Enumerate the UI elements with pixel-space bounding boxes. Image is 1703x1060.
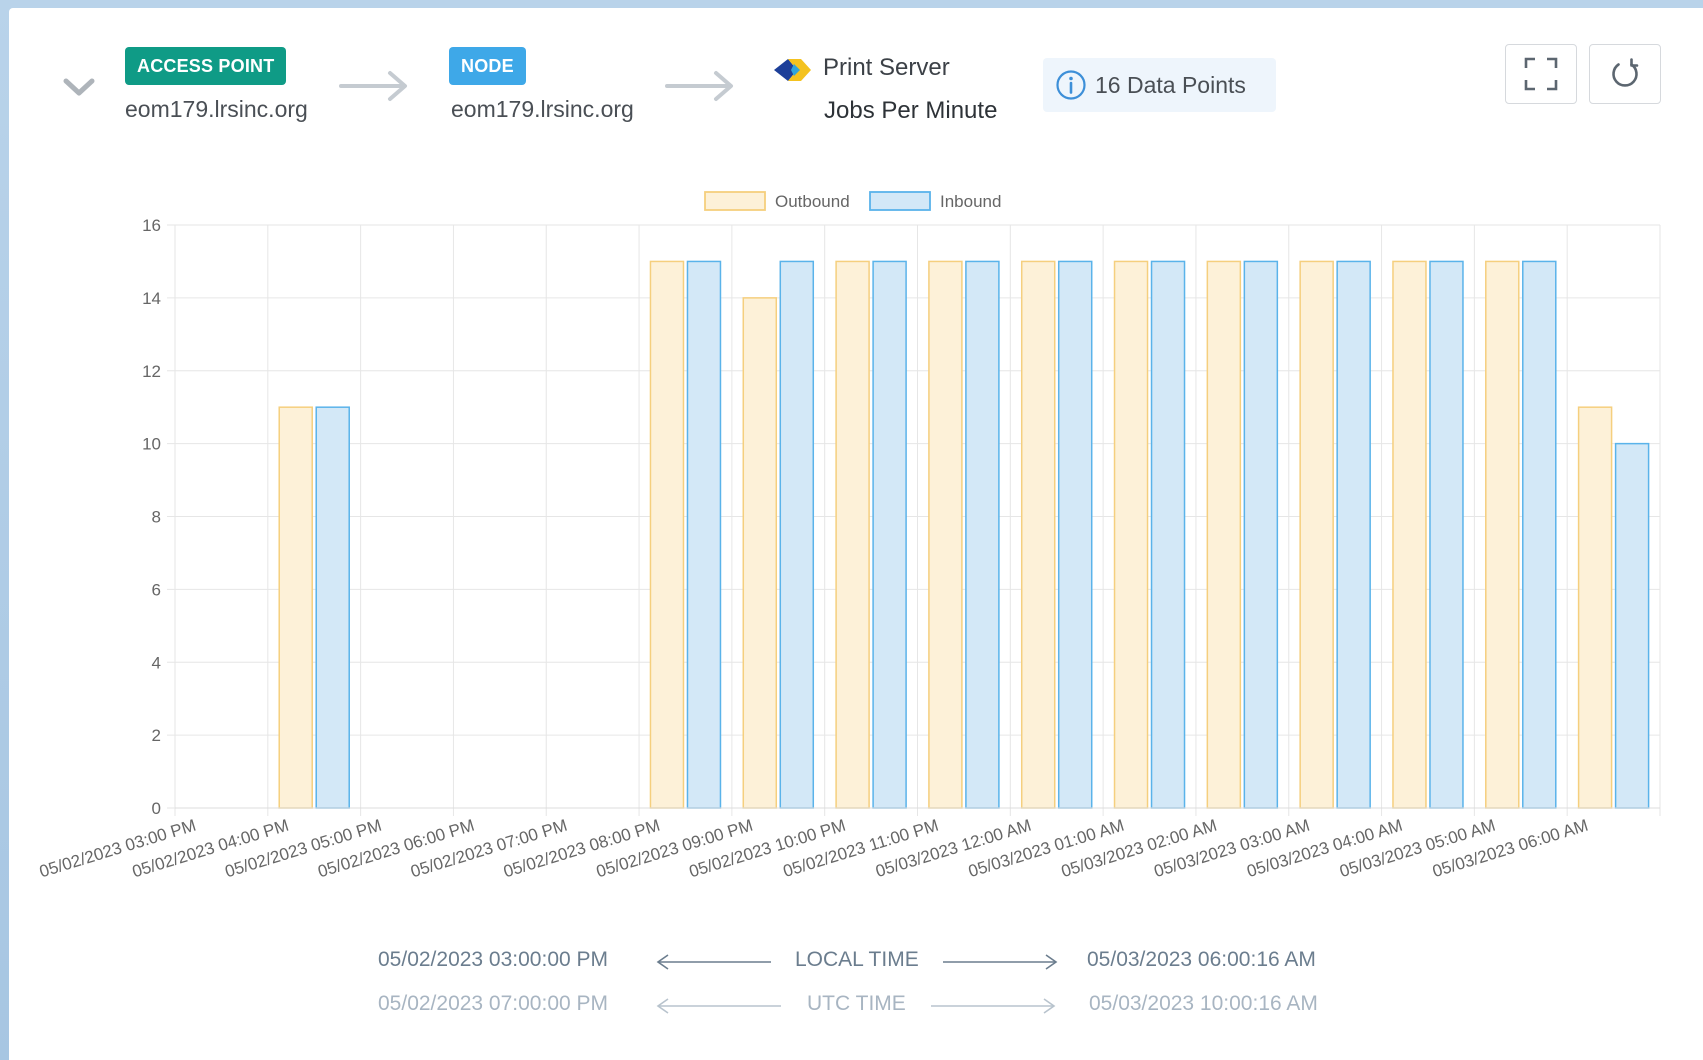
- bar-inbound: [1522, 260, 1557, 809]
- bar-outbound: [928, 260, 963, 809]
- x-tick-label: 05/03/2023 02:00 AM: [1059, 816, 1219, 881]
- bar-inbound: [1429, 260, 1464, 809]
- bar-inbound: [686, 260, 722, 809]
- bar-inbound: [1243, 260, 1279, 809]
- x-tick-label: 05/02/2023 08:00 PM: [501, 816, 662, 882]
- bar-outbound: [649, 260, 685, 809]
- bar-inbound: [779, 260, 815, 809]
- bar-outbound: [1020, 260, 1056, 809]
- x-tick-label: 05/02/2023 10:00 PM: [687, 816, 848, 882]
- bar-outbound: [278, 406, 313, 809]
- bar-inbound: [1150, 260, 1186, 809]
- local-time-label: LOCAL TIME: [795, 948, 919, 971]
- local-end-time: 05/03/2023 06:00:16 AM: [1087, 948, 1316, 971]
- x-tick-label: 05/03/2023 12:00 AM: [873, 816, 1033, 881]
- y-tick-label: 2: [152, 726, 161, 745]
- bar-inbound: [872, 260, 907, 809]
- local-start-time: 05/02/2023 03:00:00 PM: [378, 948, 609, 971]
- y-tick-label: 16: [142, 216, 161, 235]
- bar-outbound: [1206, 260, 1242, 809]
- x-tick-label: 05/03/2023 04:00 AM: [1245, 816, 1405, 881]
- bar-inbound: [1057, 260, 1093, 809]
- local-time-row: 05/02/2023 03:00:00 PM LOCAL TIME 05/03/…: [0, 948, 1703, 978]
- y-tick-label: 10: [142, 435, 161, 454]
- arrow-right-icon: [943, 954, 1058, 970]
- x-tick-label: 05/03/2023 03:00 AM: [1152, 816, 1312, 881]
- bar-outbound: [1392, 260, 1427, 809]
- bar-inbound: [1336, 260, 1371, 809]
- y-tick-label: 0: [152, 799, 161, 818]
- x-tick-label: 05/02/2023 07:00 PM: [408, 816, 569, 882]
- utc-start-time: 05/02/2023 07:00:00 PM: [378, 992, 609, 1015]
- bar-outbound: [835, 260, 870, 809]
- legend-swatch-outbound: [704, 191, 766, 211]
- jobs-per-minute-chart: 024681012141605/02/2023 03:00 PM05/02/20…: [37, 191, 1661, 882]
- utc-time-label: UTC TIME: [807, 992, 906, 1015]
- x-tick-label: 05/02/2023 03:00 PM: [37, 816, 198, 882]
- x-tick-label: 05/03/2023 05:00 AM: [1337, 816, 1497, 881]
- x-tick-label: 05/02/2023 04:00 PM: [130, 816, 291, 882]
- x-tick-label: 05/03/2023 01:00 AM: [966, 816, 1126, 881]
- bar-inbound: [1614, 442, 1650, 809]
- arrow-right-icon: [931, 998, 1056, 1014]
- x-tick-label: 05/02/2023 11:00 PM: [781, 816, 941, 881]
- utc-time-row: 05/02/2023 07:00:00 PM UTC TIME 05/03/20…: [0, 992, 1703, 1022]
- bar-outbound: [1485, 260, 1520, 809]
- legend-label-inbound: Inbound: [940, 192, 1001, 211]
- x-tick-label: 05/03/2023 06:00 AM: [1430, 816, 1590, 881]
- arrow-left-icon: [656, 954, 771, 970]
- bar-inbound: [965, 260, 1000, 809]
- x-tick-label: 05/02/2023 05:00 PM: [223, 816, 384, 882]
- bar-outbound: [1113, 260, 1149, 809]
- y-tick-label: 6: [152, 580, 161, 599]
- legend-label-outbound: Outbound: [775, 192, 850, 211]
- bar-outbound: [1577, 406, 1613, 809]
- arrow-left-icon: [656, 998, 781, 1014]
- y-tick-label: 14: [142, 289, 161, 308]
- y-tick-label: 8: [152, 508, 161, 527]
- utc-end-time: 05/03/2023 10:00:16 AM: [1089, 992, 1318, 1015]
- x-tick-label: 05/02/2023 06:00 PM: [316, 816, 477, 882]
- y-tick-label: 4: [152, 653, 161, 672]
- legend-swatch-inbound: [869, 191, 931, 211]
- bar-outbound: [1299, 260, 1334, 809]
- x-tick-label: 05/02/2023 09:00 PM: [594, 816, 755, 882]
- y-tick-label: 12: [142, 362, 161, 381]
- bar-inbound: [315, 406, 350, 809]
- bar-outbound: [742, 297, 778, 809]
